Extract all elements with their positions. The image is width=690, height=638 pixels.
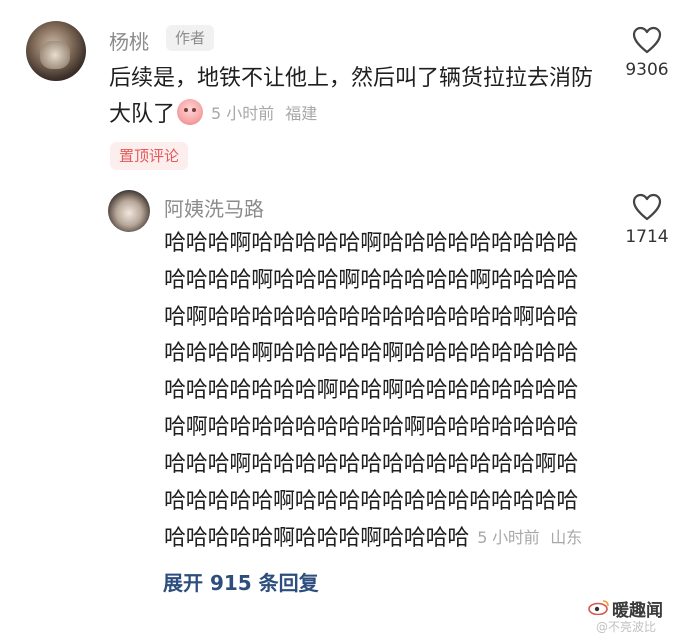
reply-time: 5 小时前 [477, 528, 540, 548]
weibo-logo-icon [588, 600, 609, 615]
comment-body: 后续是，地铁不让他上，然后叫了辆货拉拉去消防大队了 5 小时前 福建 [109, 61, 609, 132]
reply-avatar[interactable] [108, 190, 150, 232]
author-badge: 作者 [166, 25, 215, 51]
reply-body: 哈哈哈啊哈哈哈哈哈啊哈哈哈哈哈哈哈哈哈哈哈哈哈啊哈哈哈啊哈哈哈哈哈啊哈哈哈哈哈啊… [164, 226, 594, 558]
author-avatar[interactable] [26, 21, 86, 81]
comment-author-name[interactable]: 杨桃 [109, 26, 149, 55]
reply-like-button[interactable]: 1714 [612, 193, 682, 247]
heart-icon [632, 193, 662, 221]
comment-location: 福建 [285, 104, 318, 123]
expand-replies-link[interactable]: 展开 915 条回复 [163, 567, 319, 596]
reply-author-name[interactable]: 阿姨洗马路 [164, 193, 264, 222]
heart-icon [632, 26, 662, 54]
watermark-handle: @不亮波比 [596, 620, 657, 634]
pinned-badge: 置顶评论 [110, 142, 189, 170]
like-count: 9306 [625, 60, 669, 80]
like-button[interactable]: 9306 [612, 26, 682, 80]
reply-like-count: 1714 [625, 227, 669, 247]
reply-text: 哈哈哈啊哈哈哈哈哈啊哈哈哈哈哈哈哈哈哈哈哈哈哈啊哈哈哈啊哈哈哈哈哈啊哈哈哈哈哈啊… [164, 231, 579, 552]
crying-emoji-icon [177, 99, 204, 125]
watermark: 暖趣闻 @不亮波比 [584, 596, 688, 636]
reply-location: 山东 [550, 528, 582, 548]
comment-time: 5 小时前 [211, 104, 275, 123]
